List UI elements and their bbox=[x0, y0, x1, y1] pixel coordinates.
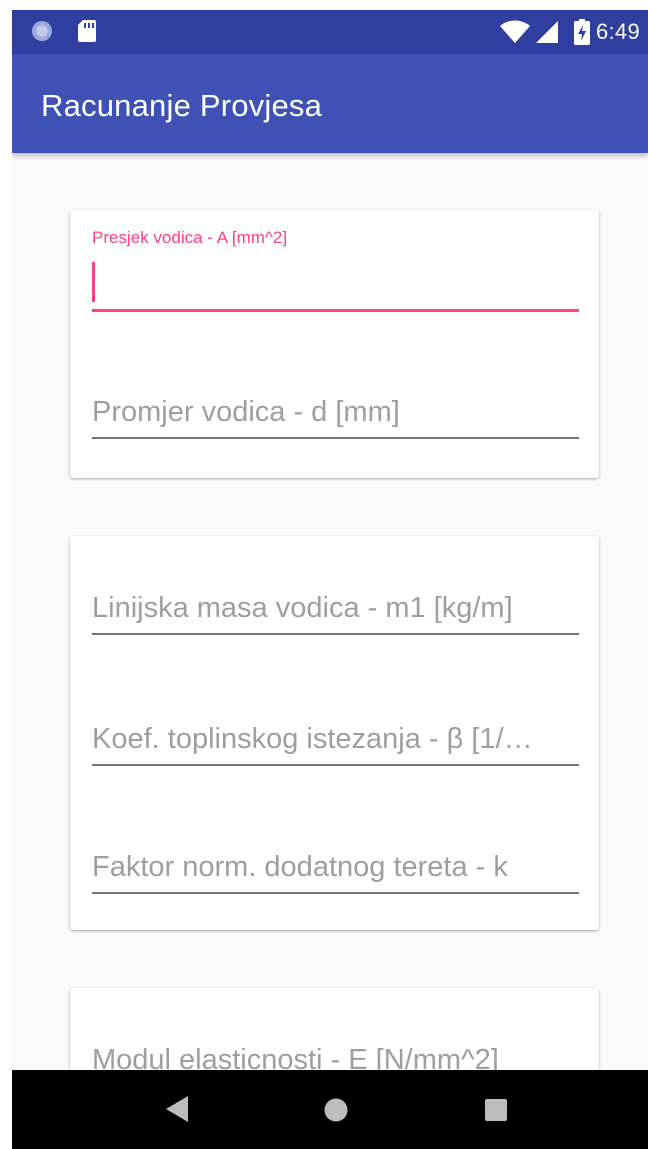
linijska-masa-placeholder: Linijska masa vodica - m1 [kg/m] bbox=[92, 592, 513, 624]
signal-icon bbox=[535, 21, 558, 43]
app-screen: 6:49 Racunanje Provjesa Presjek vodica -… bbox=[12, 10, 648, 1149]
faktor-tereta-field[interactable]: Faktor norm. dodatnog tereta - k bbox=[92, 845, 579, 897]
app-bar: Racunanje Provjesa bbox=[12, 54, 648, 153]
battery-charging-icon bbox=[573, 19, 590, 45]
koef-istezanja-underline bbox=[92, 764, 579, 766]
text-cursor bbox=[92, 262, 95, 302]
home-icon[interactable] bbox=[324, 1098, 348, 1122]
app-title: Racunanje Provjesa bbox=[41, 88, 323, 123]
presjek-underline bbox=[92, 309, 579, 312]
back-icon[interactable] bbox=[166, 1096, 188, 1122]
promjer-placeholder: Promjer vodica - d [mm] bbox=[92, 396, 400, 428]
status-bar: 6:49 bbox=[12, 10, 648, 54]
sd-card-icon bbox=[78, 20, 96, 42]
promjer-underline bbox=[92, 437, 579, 439]
presjek-field[interactable]: Presjek vodica - A [mm^2] bbox=[92, 228, 579, 314]
card-conductor-properties: Linijska masa vodica - m1 [kg/m] Koef. t… bbox=[70, 536, 599, 930]
clock: 6:49 bbox=[595, 19, 640, 44]
presjek-label: Presjek vodica - A [mm^2] bbox=[92, 228, 288, 247]
wifi-icon bbox=[499, 20, 530, 43]
navigation-bar bbox=[12, 1070, 648, 1149]
notification-circle-icon bbox=[32, 21, 52, 41]
linijska-masa-field[interactable]: Linijska masa vodica - m1 [kg/m] bbox=[92, 586, 579, 638]
faktor-tereta-placeholder: Faktor norm. dodatnog tereta - k bbox=[92, 851, 508, 883]
koef-istezanja-field[interactable]: Koef. toplinskog istezanja - β [1/… bbox=[92, 717, 579, 769]
promjer-field[interactable]: Promjer vodica - d [mm] bbox=[92, 390, 579, 440]
card-conductor-dimensions: Presjek vodica - A [mm^2] Promjer vodica… bbox=[70, 210, 599, 478]
status-right-group: 6:49 bbox=[499, 18, 640, 46]
koef-istezanja-placeholder: Koef. toplinskog istezanja - β [1/… bbox=[92, 723, 533, 755]
linijska-masa-underline bbox=[92, 633, 579, 635]
faktor-tereta-underline bbox=[92, 892, 579, 894]
recents-icon[interactable] bbox=[485, 1099, 507, 1121]
